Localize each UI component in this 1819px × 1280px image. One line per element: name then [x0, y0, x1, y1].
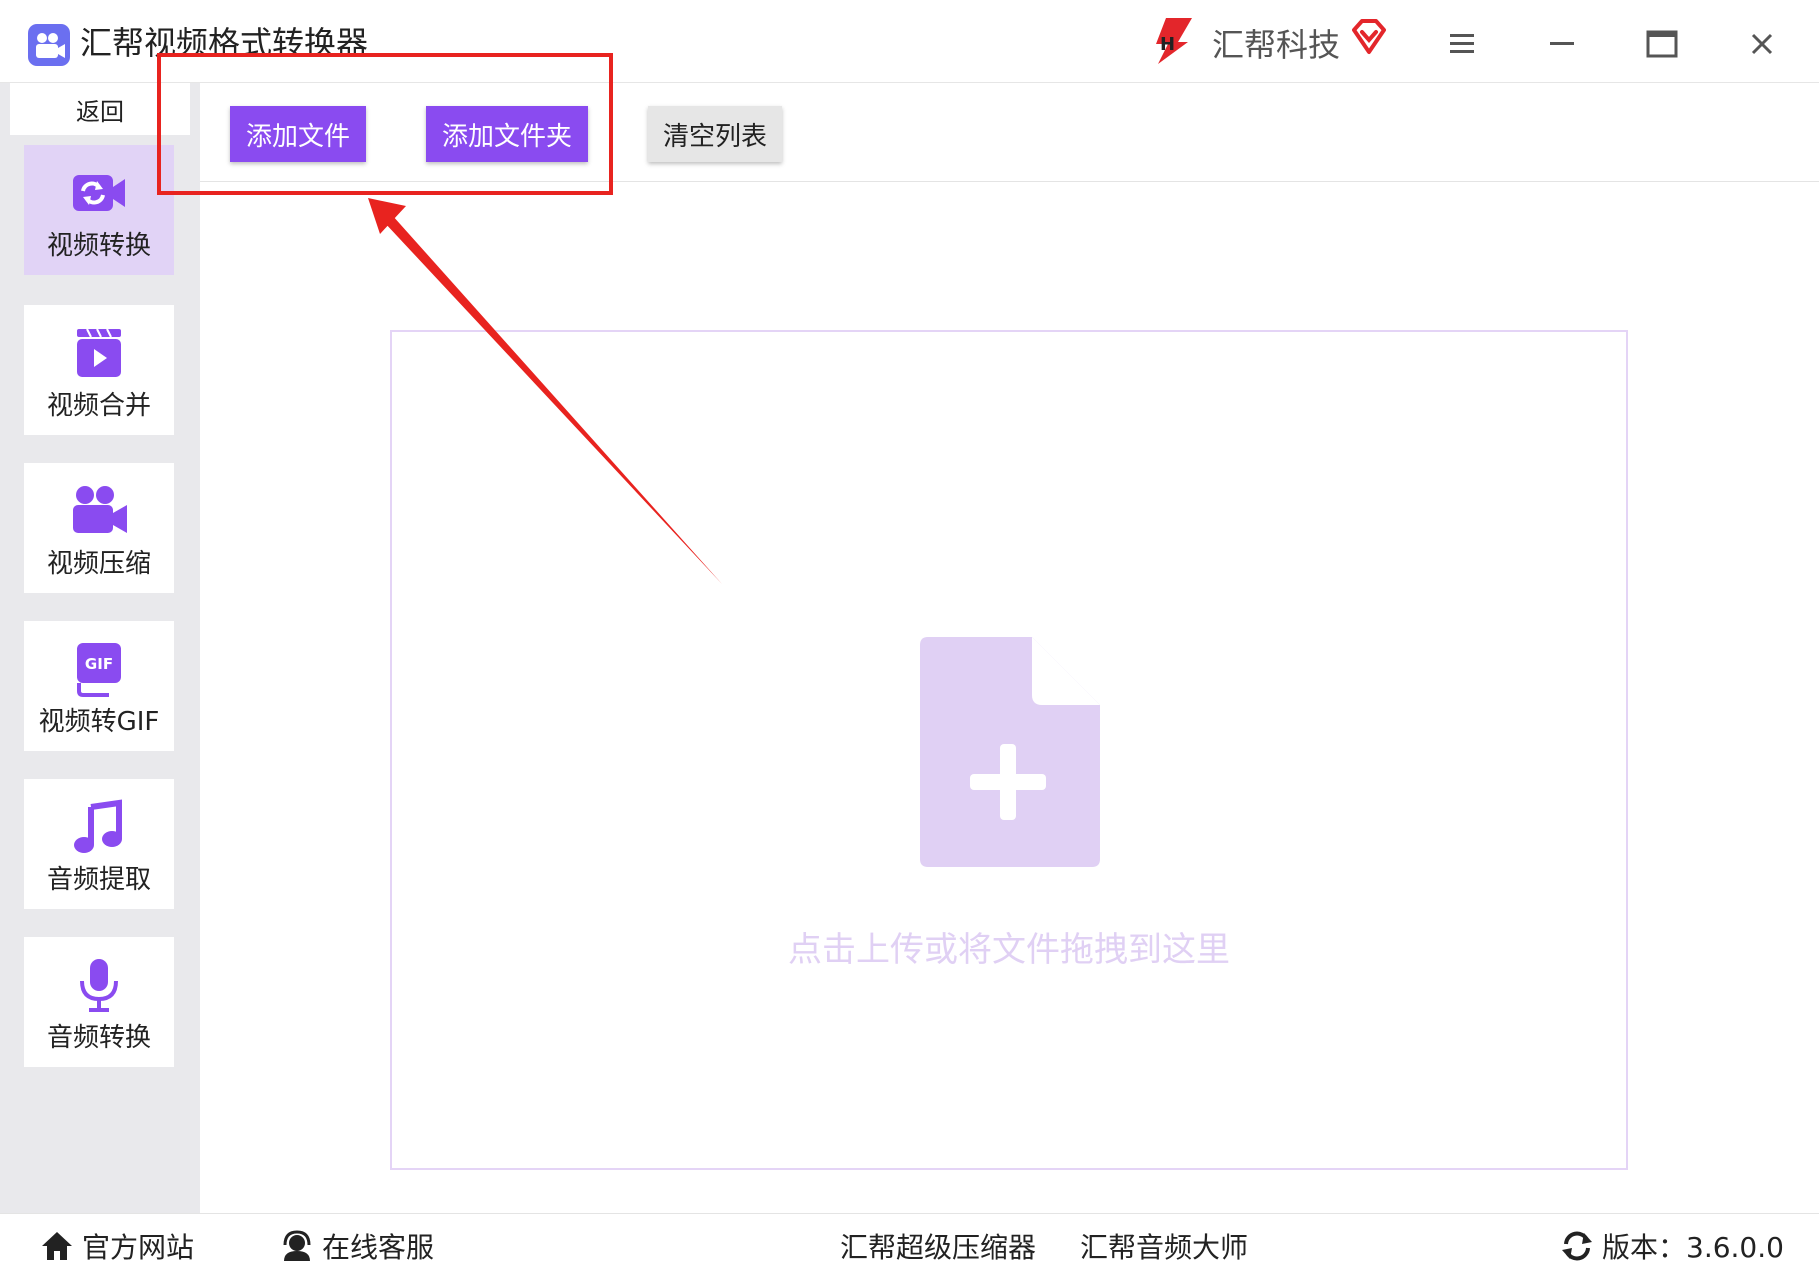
svg-text:GIF: GIF — [85, 655, 113, 673]
back-button[interactable]: 返回 — [10, 83, 190, 135]
main-content: 点击上传或将文件拖拽到这里 — [200, 182, 1819, 1213]
sidebar: 返回 视频转换 视频合并 视频压缩 GIF 视频转GIF 音频提取 音频转换 — [0, 83, 200, 1213]
music-note-icon — [74, 799, 122, 853]
sidebar-item-label: 视频转换 — [46, 231, 151, 261]
video-camera-app-icon — [28, 24, 70, 66]
hamburger-menu-icon[interactable] — [1440, 22, 1484, 66]
video-merge-icon — [77, 328, 121, 377]
website-link[interactable]: 官方网站 — [40, 1228, 194, 1264]
sidebar-item-video-merge[interactable]: 视频合并 — [24, 305, 174, 435]
app-title: 汇帮视频格式转换器 — [80, 24, 369, 62]
sidebar-item-audio-convert[interactable]: 音频转换 — [24, 937, 174, 1067]
maximize-icon[interactable] — [1640, 22, 1684, 66]
microphone-icon — [80, 959, 118, 1012]
file-add-icon — [920, 637, 1100, 867]
sidebar-item-video-convert[interactable]: 视频转换 — [24, 145, 174, 275]
huibang-logo-icon: H — [1156, 18, 1192, 64]
brand-name: 汇帮科技 — [1212, 26, 1341, 64]
gif-icon: GIF — [77, 643, 121, 697]
sidebar-item-label: 视频压缩 — [46, 549, 151, 579]
refresh-icon — [1562, 1231, 1592, 1261]
sidebar-item-label: 音频转换 — [46, 1023, 151, 1053]
compressor-link[interactable]: 汇帮超级压缩器 — [840, 1228, 1036, 1264]
minimize-icon[interactable] — [1540, 22, 1584, 66]
sidebar-item-label: 视频转GIF — [38, 707, 160, 737]
clear-list-button[interactable]: 清空列表 — [648, 106, 782, 162]
service-label: 在线客服 — [322, 1231, 435, 1264]
sidebar-item-video-gif[interactable]: GIF 视频转GIF — [24, 621, 174, 751]
file-dropzone[interactable]: 点击上传或将文件拖拽到这里 — [390, 330, 1628, 1170]
sidebar-item-video-compress[interactable]: 视频压缩 — [24, 463, 174, 593]
version-info[interactable]: 版本：3.6.0.0 — [1560, 1228, 1784, 1264]
home-icon — [42, 1232, 72, 1260]
diamond-vip-icon[interactable] — [1350, 18, 1388, 58]
upload-hint: 点击上传或将文件拖拽到这里 — [788, 930, 1230, 970]
toolbar: 添加文件 添加文件夹 清空列表 — [200, 83, 1819, 182]
svg-text:H: H — [1160, 34, 1175, 55]
sidebar-item-label: 视频合并 — [46, 391, 151, 421]
add-file-button[interactable]: 添加文件 — [230, 106, 366, 162]
footer: 官方网站 在线客服 汇帮超级压缩器 汇帮音频大师 版本：3.6.0.0 — [0, 1213, 1819, 1280]
website-label: 官方网站 — [82, 1231, 195, 1264]
sidebar-item-audio-extract[interactable]: 音频提取 — [24, 779, 174, 909]
video-convert-icon — [73, 175, 125, 211]
video-compress-icon — [73, 486, 127, 533]
audio-master-link[interactable]: 汇帮音频大师 — [1080, 1228, 1248, 1264]
version-label: 版本：3.6.0.0 — [1602, 1231, 1784, 1264]
add-folder-button[interactable]: 添加文件夹 — [426, 106, 588, 162]
title-bar: 汇帮视频格式转换器 H 汇帮科技 — [0, 0, 1819, 83]
close-icon[interactable] — [1740, 22, 1784, 66]
sidebar-item-label: 音频提取 — [46, 865, 151, 895]
online-service-link[interactable]: 在线客服 — [280, 1228, 434, 1264]
headset-icon — [283, 1230, 311, 1261]
